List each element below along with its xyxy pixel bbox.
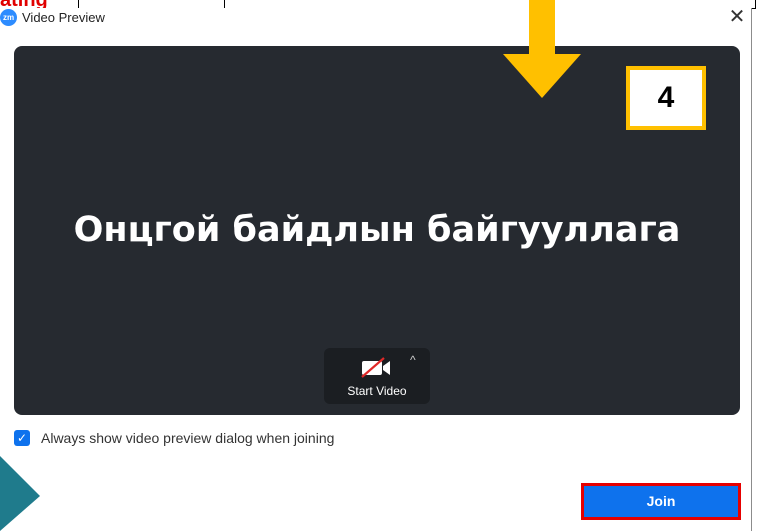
arrow-down-icon bbox=[503, 0, 581, 98]
close-button[interactable]: ✕ bbox=[726, 6, 748, 28]
start-video-label: Start Video bbox=[347, 384, 407, 398]
start-video-button[interactable]: ^ Start Video bbox=[324, 348, 430, 404]
background-slide-strip bbox=[0, 0, 760, 9]
window-title: Video Preview bbox=[22, 10, 105, 25]
video-preview-area: Онцгой байдлын байгууллага 4 ^ Start Vid… bbox=[14, 46, 740, 415]
chevron-up-icon[interactable]: ^ bbox=[410, 353, 416, 367]
title-bar: zm Video Preview ✕ bbox=[0, 6, 752, 30]
camera-off-icon bbox=[361, 357, 390, 378]
always-show-preview-checkbox[interactable]: ✓ bbox=[14, 430, 30, 446]
video-preview-dialog: zm Video Preview ✕ Онцгой байдлын байгуу… bbox=[0, 6, 752, 531]
participant-display-name: Онцгой байдлын байгууллага bbox=[73, 210, 681, 250]
zoom-logo-icon: zm bbox=[0, 9, 17, 26]
teal-decoration-shape bbox=[0, 456, 40, 531]
join-button[interactable]: Join bbox=[584, 486, 738, 517]
always-show-preview-label: Always show video preview dialog when jo… bbox=[41, 430, 335, 446]
step-number-badge: 4 bbox=[626, 66, 706, 130]
